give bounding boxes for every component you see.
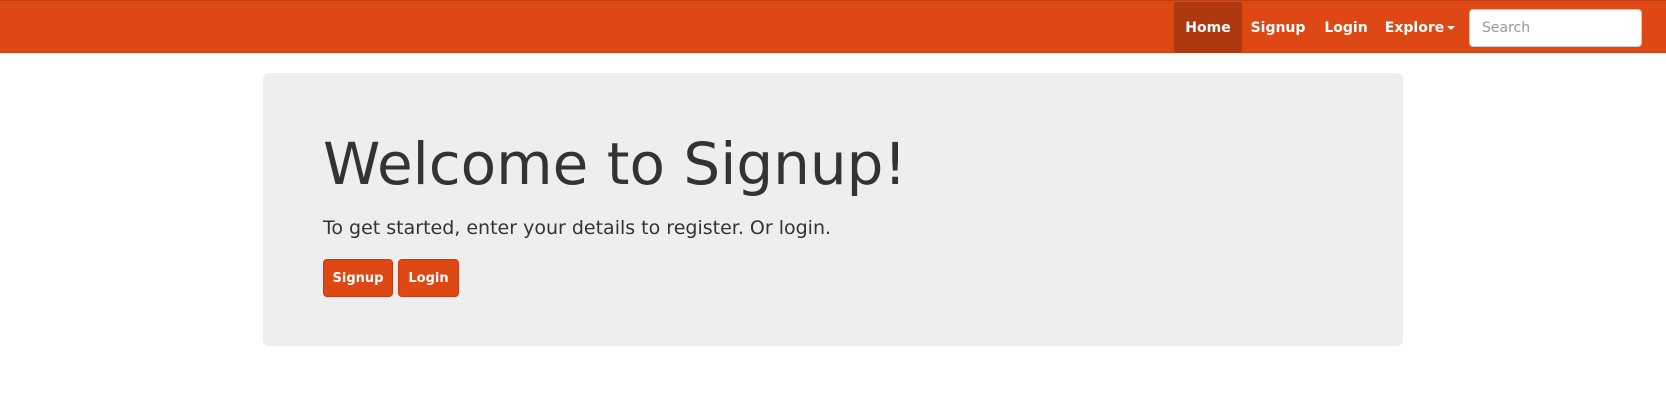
nav-item-login[interactable]: Login bbox=[1314, 2, 1378, 53]
caret-down-icon bbox=[1447, 25, 1456, 30]
login-button[interactable]: Login bbox=[398, 259, 459, 297]
jumbotron: Welcome to Signup! To get started, enter… bbox=[263, 73, 1403, 346]
nav-item-signup-label: Signup bbox=[1250, 19, 1306, 36]
nav-item-explore-label: Explore bbox=[1384, 19, 1445, 36]
page-title: Welcome to Signup! bbox=[323, 130, 907, 198]
intro-text: To get started, enter your details to re… bbox=[323, 217, 832, 239]
nav-item-home[interactable]: Home bbox=[1174, 2, 1242, 53]
search-input[interactable] bbox=[1469, 9, 1642, 47]
navbar: Home Signup Login Explore bbox=[0, 0, 1666, 53]
nav-item-login-label: Login bbox=[1324, 19, 1368, 36]
signup-button[interactable]: Signup bbox=[323, 259, 393, 297]
nav-item-home-label: Home bbox=[1185, 19, 1231, 36]
nav-item-explore-dropdown[interactable]: Explore bbox=[1378, 2, 1462, 53]
nav-item-signup[interactable]: Signup bbox=[1242, 2, 1314, 53]
